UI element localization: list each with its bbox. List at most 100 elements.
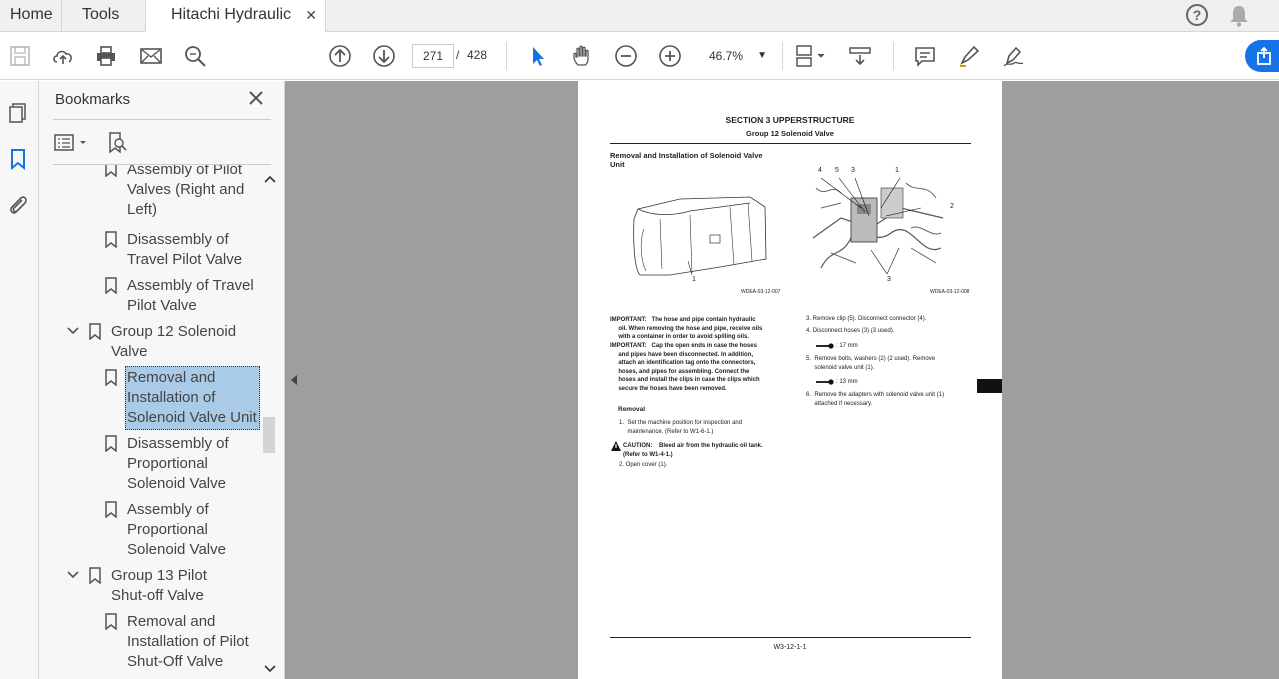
share-button[interactable] [1245, 40, 1279, 72]
panel-divider [53, 119, 271, 120]
tab-document[interactable]: Hitachi Hydraulic Ex... ✕ [146, 0, 326, 53]
bookmark-icon [89, 567, 101, 584]
collapse-panel-icon[interactable] [290, 374, 298, 386]
close-tab-icon[interactable]: ✕ [305, 0, 317, 30]
previous-page-icon[interactable] [328, 44, 352, 68]
bookmark-icon [105, 277, 117, 294]
bookmark-group-13[interactable]: Group 13 Pilot Shut-off Valve [67, 566, 257, 608]
figure-valve-unit-illustration [812, 178, 944, 274]
find-zoom-icon[interactable] [183, 44, 207, 68]
chevron-down-icon[interactable] [67, 325, 79, 337]
caution-note: CAUTION: Bleed air from the hydraulic oi… [623, 443, 763, 458]
bookmarks-panel-title: Bookmarks [55, 91, 131, 108]
toolbar-divider [782, 42, 783, 70]
next-page-icon[interactable] [372, 44, 396, 68]
bookmark-icon [105, 613, 117, 630]
bookmark-options-icon[interactable] [53, 131, 91, 155]
removal-heading: Removal [618, 406, 646, 413]
important-note: IMPORTANT: Cap the open ends in case the… [610, 343, 760, 392]
wrench-icon [816, 379, 834, 385]
highlight-pen-icon[interactable] [957, 44, 981, 68]
page-number-input[interactable]: 271 [412, 44, 454, 68]
figure-callout: 3 [851, 167, 855, 174]
procedure-heading: Removal and Installation of Solenoid Val… [610, 151, 763, 169]
bookmark-item[interactable]: Disassembly of Proportional Solenoid Val… [105, 434, 255, 496]
warning-triangle-icon [611, 441, 621, 451]
bookmark-item[interactable]: Disassembly of Travel Pilot Valve [105, 230, 255, 272]
pdf-page: SECTION 3 UPPERSTRUCTURE Group 12 Soleno… [578, 81, 1002, 679]
chevron-down-icon[interactable] [67, 569, 79, 581]
figure-code: WDEA-03-12-008 [930, 289, 970, 295]
bookmark-icon [89, 323, 101, 340]
bookmark-item[interactable]: Assembly of Proportional Solenoid Valve [105, 500, 255, 562]
main-toolbar: 271 / 428 46.7% ▼ [0, 32, 1279, 80]
tab-bar: Home Tools Hitachi Hydraulic Ex... ✕ ? [0, 0, 1279, 53]
footer-rule [610, 637, 971, 638]
bookmark-item[interactable]: Removal and Installation of Pilot Shut-O… [105, 612, 255, 674]
figure-callout: 1 [692, 276, 696, 283]
bookmark-label: Assembly of Pilot Valves (Right and Left… [127, 165, 245, 218]
bookmarks-panel: Bookmarks Assembly of Pilot Valves (Righ… [39, 81, 285, 679]
tab-home[interactable]: Home [0, 0, 62, 32]
zoom-out-icon[interactable] [614, 44, 638, 68]
toolbar-divider [506, 42, 507, 70]
bookmark-icon [105, 435, 117, 452]
notification-bell-icon[interactable] [1229, 5, 1249, 27]
bookmark-item-selected[interactable]: Removal and Installation of Solenoid Val… [105, 366, 261, 430]
bookmark-icon [105, 501, 117, 518]
bookmark-label: Disassembly of Proportional Solenoid Val… [127, 435, 229, 492]
cloud-upload-icon[interactable] [51, 44, 75, 68]
bookmark-group-12[interactable]: Group 12 Solenoid Valve [67, 322, 257, 364]
hand-tool-icon[interactable] [570, 44, 594, 68]
step-text: 1. Set the machine position for inspecti… [619, 420, 743, 435]
save-icon[interactable] [8, 44, 32, 68]
step-text: 6. Remove the adapters with solenoid val… [806, 392, 945, 407]
step-text: 2. Open cover (1). [619, 462, 668, 468]
bookmark-label: Assembly of Travel Pilot Valve [127, 277, 254, 314]
bookmark-icon [105, 369, 117, 386]
attachment-paperclip-icon[interactable] [6, 193, 30, 217]
bookmark-item[interactable]: Assembly of Travel Pilot Valve [105, 276, 255, 318]
bookmark-tree: Assembly of Pilot Valves (Right and Left… [39, 165, 261, 679]
scrollbar-thumb[interactable] [263, 417, 275, 453]
bookmark-label: Group 12 Solenoid Valve [111, 323, 237, 360]
help-icon[interactable]: ? [1186, 4, 1208, 26]
page-thumbnails-icon[interactable] [6, 101, 30, 125]
bookmark-item[interactable]: Assembly of Pilot Valves (Right and Left… [105, 165, 255, 225]
scroll-mode-icon[interactable] [848, 44, 872, 68]
select-cursor-icon[interactable] [526, 44, 550, 68]
email-icon[interactable] [139, 44, 163, 68]
scroll-down-icon[interactable] [261, 663, 279, 675]
comment-icon[interactable] [913, 44, 937, 68]
page-view-icon[interactable] [794, 44, 828, 68]
bookmarks-toolbar [53, 129, 271, 159]
figure-code: WDEA-03-12-007 [741, 289, 781, 295]
page-separator: / [456, 48, 460, 62]
bookmarks-icon[interactable] [6, 147, 30, 171]
bookmark-label: Removal and Installation of Solenoid Val… [125, 366, 260, 430]
bookmark-icon [105, 165, 117, 177]
step-text: 3. Remove clip (5). Disconnect connector… [806, 316, 927, 322]
navigation-rail [0, 81, 39, 679]
scroll-up-icon[interactable] [261, 173, 279, 185]
wrench-size: : 17 mm [836, 343, 858, 349]
page-edge-tab [977, 379, 1002, 393]
zoom-in-icon[interactable] [658, 44, 682, 68]
zoom-level-select[interactable]: 46.7% ▼ [701, 44, 773, 68]
figure-callout: 4 [818, 167, 822, 174]
new-bookmark-icon[interactable] [105, 131, 129, 155]
wrench-icon [816, 343, 834, 349]
wrench-size: : 13 mm [836, 379, 858, 385]
tab-tools[interactable]: Tools [62, 0, 146, 32]
figure-callout: 1 [895, 167, 899, 174]
bookmark-label: Assembly of Proportional Solenoid Valve [127, 501, 226, 558]
close-panel-icon[interactable] [247, 89, 265, 107]
chevron-down-icon: ▼ [757, 50, 767, 61]
important-note: IMPORTANT: The hose and pipe contain hyd… [610, 317, 763, 341]
bookmark-icon [105, 231, 117, 248]
bookmark-label: Disassembly of Travel Pilot Valve [127, 231, 243, 268]
figure-callout: 2 [950, 203, 954, 210]
sign-icon[interactable] [1001, 44, 1025, 68]
print-icon[interactable] [94, 44, 118, 68]
zoom-level-value: 46.7% [709, 49, 744, 63]
